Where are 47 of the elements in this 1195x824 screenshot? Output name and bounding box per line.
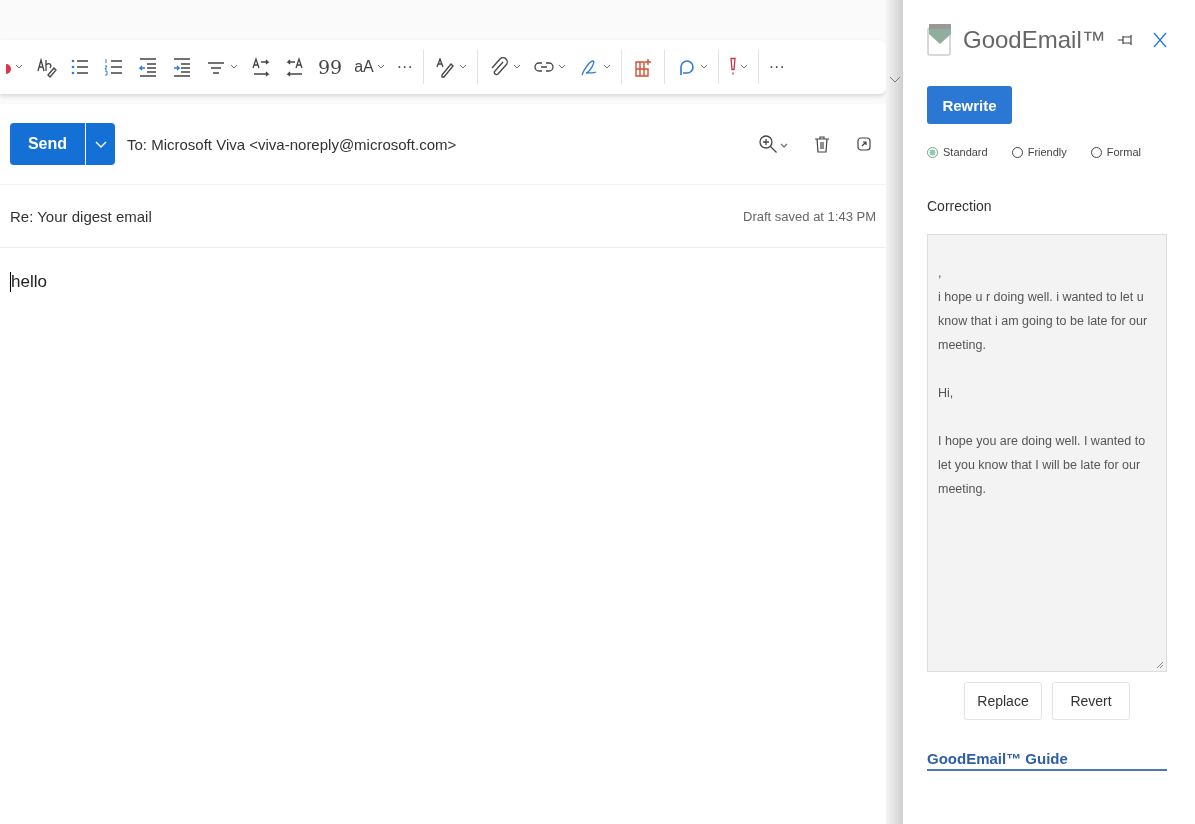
pin-icon[interactable] bbox=[1117, 33, 1135, 47]
caret-icon bbox=[739, 64, 748, 70]
radio-label: Friendly bbox=[1027, 146, 1067, 158]
add-in-title: GoodEmail™ bbox=[963, 26, 1107, 54]
guide-heading: GoodEmail™ Guide bbox=[927, 750, 1167, 771]
send-button[interactable]: Send bbox=[10, 123, 85, 165]
message-body[interactable]: hello bbox=[10, 272, 47, 292]
subject-field[interactable]: Re: Your digest email bbox=[10, 207, 152, 225]
caret-icon bbox=[94, 140, 107, 149]
action-button[interactable]: Replace bbox=[964, 682, 1042, 720]
checkbox-logo-icon bbox=[927, 23, 953, 57]
recipient-field[interactable]: To: Microsoft Viva <viva-noreply@microsoft.com> bbox=[127, 135, 457, 153]
correction-label: Correction bbox=[927, 198, 993, 214]
radio-label: Formal bbox=[1106, 146, 1141, 158]
caret-icon bbox=[699, 64, 708, 70]
spelling-icon bbox=[35, 56, 57, 78]
pen-icon bbox=[433, 56, 456, 78]
action-button[interactable]: Revert bbox=[1052, 682, 1130, 720]
indent-icon bbox=[171, 56, 193, 78]
caret-icon bbox=[15, 64, 23, 70]
close-icon[interactable] bbox=[1153, 32, 1167, 48]
resize-grip-icon[interactable] bbox=[1156, 661, 1164, 669]
right-to-left-icon bbox=[284, 56, 306, 78]
left-to-right-icon bbox=[250, 56, 272, 78]
correction-field[interactable]: , i hope u r doing well. i wanted to let u know that i am going to be late for our meeting. Hi, I hope you are doing well. I wanted to let you know that I will be late for our meeting. bbox=[927, 234, 1167, 672]
caret-icon bbox=[602, 64, 611, 70]
more-button[interactable]: ··· bbox=[762, 50, 791, 84]
chevron-down-icon bbox=[889, 76, 901, 84]
outdent-icon bbox=[137, 56, 159, 78]
caret-icon bbox=[512, 64, 521, 70]
exclamation-icon bbox=[728, 56, 737, 78]
caret-icon bbox=[557, 64, 566, 70]
draft-status: Draft saved at 1:43 PM bbox=[743, 208, 876, 224]
radio-label: Standard bbox=[943, 146, 988, 158]
quote-button[interactable]: 99 bbox=[312, 50, 349, 84]
caret-icon bbox=[230, 64, 238, 70]
more-button[interactable]: ··· bbox=[390, 50, 419, 84]
trash-icon bbox=[814, 135, 830, 153]
radio-button[interactable] bbox=[927, 146, 938, 158]
caret-icon bbox=[458, 64, 467, 70]
pop-out-icon bbox=[856, 136, 872, 152]
case-button[interactable]: aA bbox=[348, 50, 391, 84]
zoom-in-icon bbox=[758, 134, 788, 154]
caret-icon bbox=[376, 64, 385, 70]
numbered-list-icon bbox=[103, 56, 125, 78]
rewrite-button[interactable]: Rewrite bbox=[927, 86, 1012, 124]
send-options-button[interactable] bbox=[85, 123, 115, 165]
